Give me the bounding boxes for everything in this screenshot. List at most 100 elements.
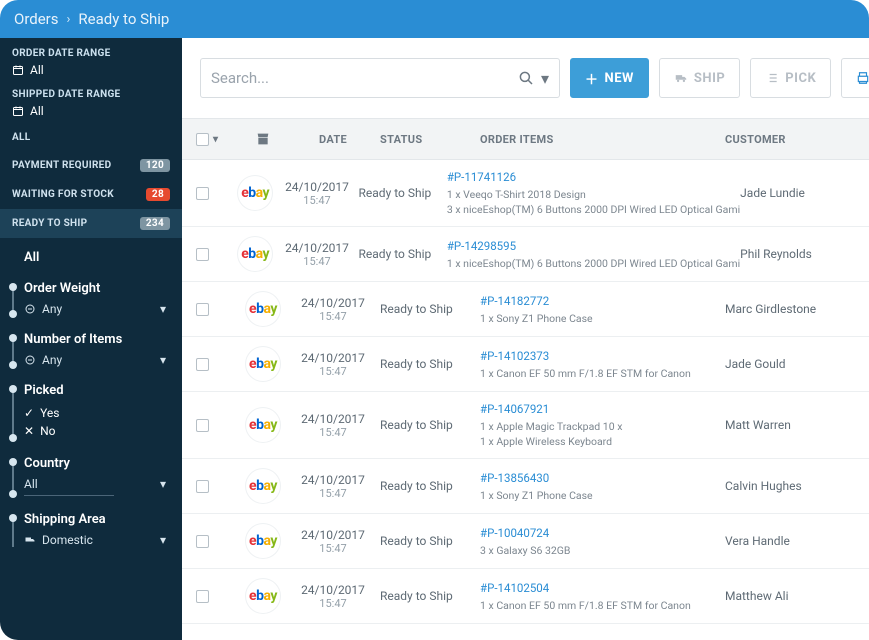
row-checkbox[interactable] xyxy=(196,535,209,548)
order-id-link[interactable]: #P-11741126 xyxy=(447,170,740,184)
filter-all[interactable]: All xyxy=(0,242,182,273)
table-row[interactable]: ebay24/10/201715:47Ready to Ship#P-10040… xyxy=(182,514,869,569)
date-cell: 24/10/201715:47 xyxy=(286,351,380,378)
row-checkbox[interactable] xyxy=(196,187,209,200)
column-customer[interactable]: CUSTOMER xyxy=(725,133,855,146)
row-checkbox[interactable] xyxy=(196,590,209,603)
sidebar-item-label: ALL xyxy=(12,132,30,143)
column-items[interactable]: ORDER ITEMS xyxy=(480,133,725,146)
items-cell: #P-14102373 1 x Canon EF 50 mm F/1.8 EF S… xyxy=(480,349,725,380)
status-cell: Ready to Ship xyxy=(380,357,480,371)
order-id-link[interactable]: #P-14067921 xyxy=(480,402,725,416)
search-input[interactable]: ▾ xyxy=(200,58,560,98)
sidebar-item-label: WAITING FOR STOCK xyxy=(12,189,114,200)
row-checkbox[interactable] xyxy=(196,248,209,261)
filter-title: Country xyxy=(24,456,170,471)
order-line-item: 1 x Canon EF 50 mm F/1.8 EF STM for Cano… xyxy=(480,599,725,612)
status-cell: Ready to Ship xyxy=(380,302,480,316)
table-row[interactable]: ebay24/10/201715:47Ready to Ship#P-14298… xyxy=(182,227,869,282)
ebay-logo: ebay xyxy=(246,408,280,442)
date-cell: 24/10/201715:47 xyxy=(286,473,380,500)
filter-order-weight[interactable]: Order Weight Any ▾ xyxy=(0,273,182,324)
store-cell: ebay xyxy=(240,469,286,503)
table-row[interactable]: ebay24/10/201715:47Ready to Ship#P-14182… xyxy=(182,282,869,337)
items-cell: #P-10040724 3 x Galaxy S6 32GB xyxy=(480,526,725,557)
select-all-checkbox[interactable] xyxy=(196,133,209,146)
shipped-date-range-filter[interactable]: SHIPPED DATE RANGE All xyxy=(0,79,182,120)
shipped-date-range-label: SHIPPED DATE RANGE xyxy=(12,89,170,100)
order-id-link[interactable]: #P-14102373 xyxy=(480,349,725,363)
sidebar: ORDER DATE RANGE All SHIPPED DATE RANGE … xyxy=(0,38,182,640)
pick-button[interactable]: PICK xyxy=(750,58,831,98)
ebay-logo: ebay xyxy=(238,237,272,271)
row-checkbox[interactable] xyxy=(196,419,209,432)
row-checkbox[interactable] xyxy=(196,358,209,371)
picked-yes[interactable]: ✓ Yes xyxy=(24,404,170,422)
filter-value: Any xyxy=(42,302,62,316)
row-checkbox[interactable] xyxy=(196,303,209,316)
column-date[interactable]: DATE xyxy=(286,133,380,146)
order-date-range-filter[interactable]: ORDER DATE RANGE All xyxy=(0,38,182,79)
row-checkbox[interactable] xyxy=(196,480,209,493)
order-id-link[interactable]: #P-13856430 xyxy=(480,471,725,485)
sidebar-item-status[interactable]: READY TO SHIP234 xyxy=(0,209,182,238)
date-cell: 24/10/201715:47 xyxy=(275,180,358,207)
filter-value: Any xyxy=(42,353,62,367)
status-cell: Ready to Ship xyxy=(380,479,480,493)
order-line-item: 1 x Sony Z1 Phone Case xyxy=(480,489,725,502)
order-line-item: 3 x Galaxy S6 32GB xyxy=(480,544,725,557)
filter-shipping-area[interactable]: Shipping Area Domestic ▾ xyxy=(0,504,182,555)
picked-no[interactable]: ✕ No xyxy=(24,422,170,440)
filter-number-items[interactable]: Number of Items Any ▾ xyxy=(0,324,182,375)
customer-cell: Vera Handle xyxy=(725,534,855,548)
customer-cell: Calvin Hughes xyxy=(725,479,855,493)
store-cell: ebay xyxy=(240,292,286,326)
sidebar-item-status[interactable]: PAYMENT REQUIRED120 xyxy=(0,151,182,180)
ebay-logo: ebay xyxy=(246,579,280,613)
check-icon: ✓ xyxy=(24,406,34,420)
new-button[interactable]: ＋ NEW xyxy=(570,58,649,98)
order-id-link[interactable]: #P-14182772 xyxy=(480,294,725,308)
table-row[interactable]: ebay24/10/201715:47Ready to Ship#P-13856… xyxy=(182,459,869,514)
ebay-logo: ebay xyxy=(246,292,280,326)
chevron-down-icon[interactable]: ▾ xyxy=(213,134,218,145)
order-id-link[interactable]: #P-10040724 xyxy=(480,526,725,540)
table-header: ▾ DATE STATUS ORDER ITEMS CUSTOMER xyxy=(182,118,869,160)
breadcrumb-current: Ready to Ship xyxy=(78,10,169,28)
order-id-link[interactable]: #P-14298595 xyxy=(447,239,740,253)
filter-country[interactable]: Country All ▾ xyxy=(0,448,182,504)
plus-icon: ＋ xyxy=(585,69,599,88)
status-filter-list: ALL PAYMENT REQUIRED120WAITING FOR STOCK2… xyxy=(0,124,182,238)
order-line-item: 1 x Veeqo T-Shirt 2018 Design xyxy=(447,188,740,201)
filter-title: Picked xyxy=(24,383,170,398)
main: ▾ ＋ NEW SHIP PICK PRI xyxy=(182,38,869,640)
date-cell: 24/10/201715:47 xyxy=(286,296,380,323)
table-row[interactable]: ebay24/10/201715:47Ready to Ship#P-14102… xyxy=(182,337,869,392)
list-icon xyxy=(765,71,779,85)
print-button[interactable]: PRI xyxy=(841,58,869,98)
calendar-icon xyxy=(12,105,24,117)
column-status[interactable]: STATUS xyxy=(380,133,480,146)
circle-icon xyxy=(24,303,36,315)
breadcrumb-root[interactable]: Orders xyxy=(14,10,59,28)
store-cell: ebay xyxy=(240,579,286,613)
sidebar-item-status[interactable]: ALL xyxy=(0,124,182,151)
filter-value: All xyxy=(24,477,38,491)
chevron-down-icon[interactable]: ▾ xyxy=(541,69,549,88)
breadcrumb: Orders › Ready to Ship xyxy=(0,0,869,38)
search-field[interactable] xyxy=(211,69,517,87)
truck-icon xyxy=(674,71,688,85)
ebay-logo: ebay xyxy=(238,176,272,210)
order-id-link[interactable]: #P-14102504 xyxy=(480,581,725,595)
search-icon[interactable] xyxy=(517,69,535,87)
table-row[interactable]: ebay24/10/201715:47Ready to Ship#P-14102… xyxy=(182,569,869,624)
table-row[interactable]: ebay24/10/201715:47Ready to Ship#P-11741… xyxy=(182,160,869,227)
ship-button[interactable]: SHIP xyxy=(659,58,740,98)
store-cell: ebay xyxy=(240,347,286,381)
items-cell: #P-140679211 x Apple Magic Trackpad 10 x… xyxy=(480,402,725,448)
order-date-range-value: All xyxy=(30,63,44,77)
sidebar-item-status[interactable]: WAITING FOR STOCK28 xyxy=(0,180,182,209)
order-line-item: 1 x Canon EF 50 mm F/1.8 EF STM for Cano… xyxy=(480,367,725,380)
chevron-down-icon: ▾ xyxy=(160,533,166,547)
table-row[interactable]: ebay24/10/201715:47Ready to Ship#P-14067… xyxy=(182,392,869,459)
